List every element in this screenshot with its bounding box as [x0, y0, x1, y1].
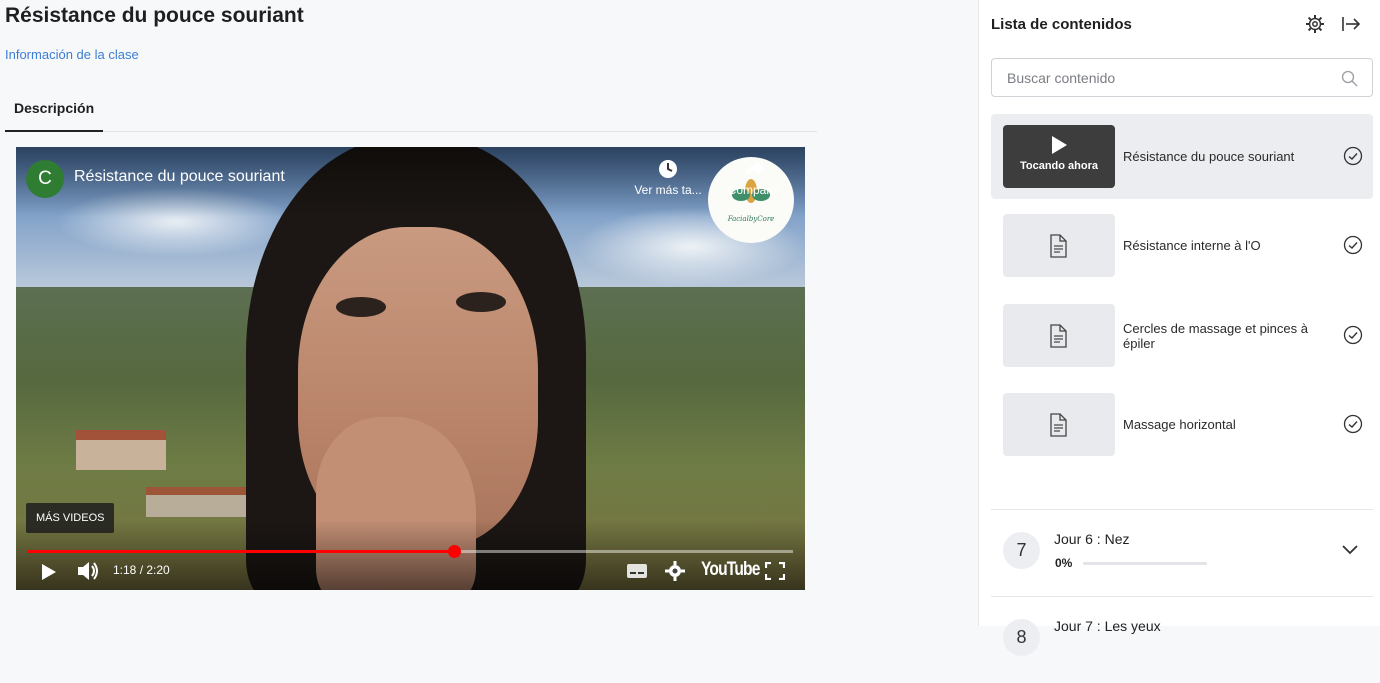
module-item[interactable]: 8 Jour 7 : Les yeux — [991, 597, 1373, 683]
volume-icon — [78, 562, 98, 580]
module-title: Jour 7 : Les yeux — [1054, 618, 1161, 634]
play-icon — [1052, 136, 1067, 154]
document-icon — [1050, 413, 1067, 437]
collapse-sidebar-button[interactable] — [1341, 14, 1361, 39]
video-scrubber-handle[interactable] — [448, 545, 462, 558]
lesson-title-text: Résistance du pouce souriant — [1123, 149, 1295, 164]
subtitles-button[interactable] — [626, 563, 648, 584]
module-number: 7 — [1003, 532, 1040, 569]
now-playing-label: Tocando ahora — [1019, 160, 1099, 172]
module-progress-bar — [1083, 562, 1207, 565]
logo-text: FacialbyCore — [727, 215, 775, 223]
check-circle-icon — [1343, 235, 1363, 255]
check-circle-icon — [1343, 146, 1363, 166]
lesson-thumbnail — [1003, 393, 1115, 456]
tab-bar: Descripción — [5, 88, 817, 132]
module-title: Jour 6 : Nez — [1054, 531, 1130, 547]
search-input[interactable] — [1007, 59, 1327, 96]
module-item[interactable]: 7 Jour 6 : Nez 0% — [991, 510, 1373, 596]
sidebar-settings-button[interactable] — [1305, 14, 1325, 39]
video-progress-fill — [28, 550, 455, 553]
lesson-thumbnail — [1003, 304, 1115, 367]
lesson-title: Massage horizontal — [1123, 382, 1323, 467]
lesson-item[interactable]: Cercles de massage et pinces à épiler — [991, 293, 1373, 378]
lesson-title: Cercles de massage et pinces à épiler — [1123, 293, 1323, 378]
more-videos-button[interactable]: MÁS VIDEOS — [26, 503, 115, 533]
tab-description[interactable]: Descripción — [5, 88, 104, 132]
share-button[interactable]: Compartir — [721, 159, 787, 197]
search-icon[interactable] — [1341, 70, 1358, 87]
lesson-title: Résistance interne à l'O — [1123, 203, 1323, 288]
video-frame-house — [146, 487, 256, 517]
share-arrow-icon — [744, 161, 764, 177]
content-search — [991, 58, 1373, 97]
module-progress-text: 0% — [1055, 556, 1073, 570]
lesson-thumbnail — [1003, 214, 1115, 277]
watch-later-label: Ver más ta... — [634, 183, 702, 197]
module-number: 8 — [1003, 619, 1040, 656]
lesson-thumbnail: Tocando ahora — [1003, 125, 1115, 188]
main-content: Résistance du pouce souriant Información… — [0, 0, 978, 626]
gear-icon — [1306, 15, 1324, 33]
video-frame-house — [76, 430, 166, 470]
fullscreen-button[interactable] — [764, 561, 786, 585]
clock-icon — [659, 160, 677, 178]
check-circle-icon — [1343, 325, 1363, 345]
settings-button[interactable] — [665, 561, 685, 586]
lesson-title-text: Massage horizontal — [1123, 417, 1236, 432]
lesson-title-text: Cercles de massage et pinces à épiler — [1123, 320, 1308, 351]
watch-later-button[interactable]: Ver más ta... — [628, 159, 708, 197]
captions-icon — [627, 564, 647, 578]
video-title[interactable]: Résistance du pouce souriant — [74, 168, 285, 186]
volume-button[interactable] — [76, 560, 100, 587]
check-circle-icon — [1343, 414, 1363, 434]
video-player[interactable]: C Résistance du pouce souriant FacialbyC… — [16, 147, 805, 590]
share-label: Compartir — [727, 183, 781, 197]
document-icon — [1050, 234, 1067, 258]
youtube-logo[interactable]: YouTube — [701, 559, 760, 581]
video-frame-eye — [336, 297, 386, 317]
lesson-title: Résistance du pouce souriant — [1123, 114, 1323, 199]
channel-avatar[interactable]: C — [26, 160, 64, 198]
lesson-item[interactable]: Tocando ahora Résistance du pouce souria… — [991, 114, 1373, 199]
fullscreen-icon — [764, 561, 786, 581]
play-button[interactable] — [38, 562, 58, 587]
time-display: 1:18 / 2:20 — [113, 563, 170, 577]
arrow-right-bar-icon — [1342, 17, 1361, 31]
lesson-item[interactable]: Massage horizontal — [991, 382, 1373, 467]
page-title: Résistance du pouce souriant — [5, 4, 304, 27]
video-progress-bar[interactable] — [28, 545, 793, 558]
class-info-link[interactable]: Información de la clase — [5, 47, 139, 62]
gear-icon — [665, 561, 685, 581]
document-icon — [1050, 324, 1067, 348]
lesson-title-text: Résistance interne à l'O — [1123, 238, 1261, 253]
content-sidebar: Lista de contenidos Buscar contenido Toc… — [978, 0, 1380, 656]
sidebar-title: Lista de contenidos — [991, 16, 1132, 33]
video-bottom-gradient — [16, 520, 805, 590]
play-icon — [42, 564, 56, 580]
chevron-down-icon[interactable] — [1341, 540, 1359, 558]
lesson-item[interactable]: Résistance interne à l'O — [991, 203, 1373, 288]
video-frame-eye — [456, 292, 506, 312]
